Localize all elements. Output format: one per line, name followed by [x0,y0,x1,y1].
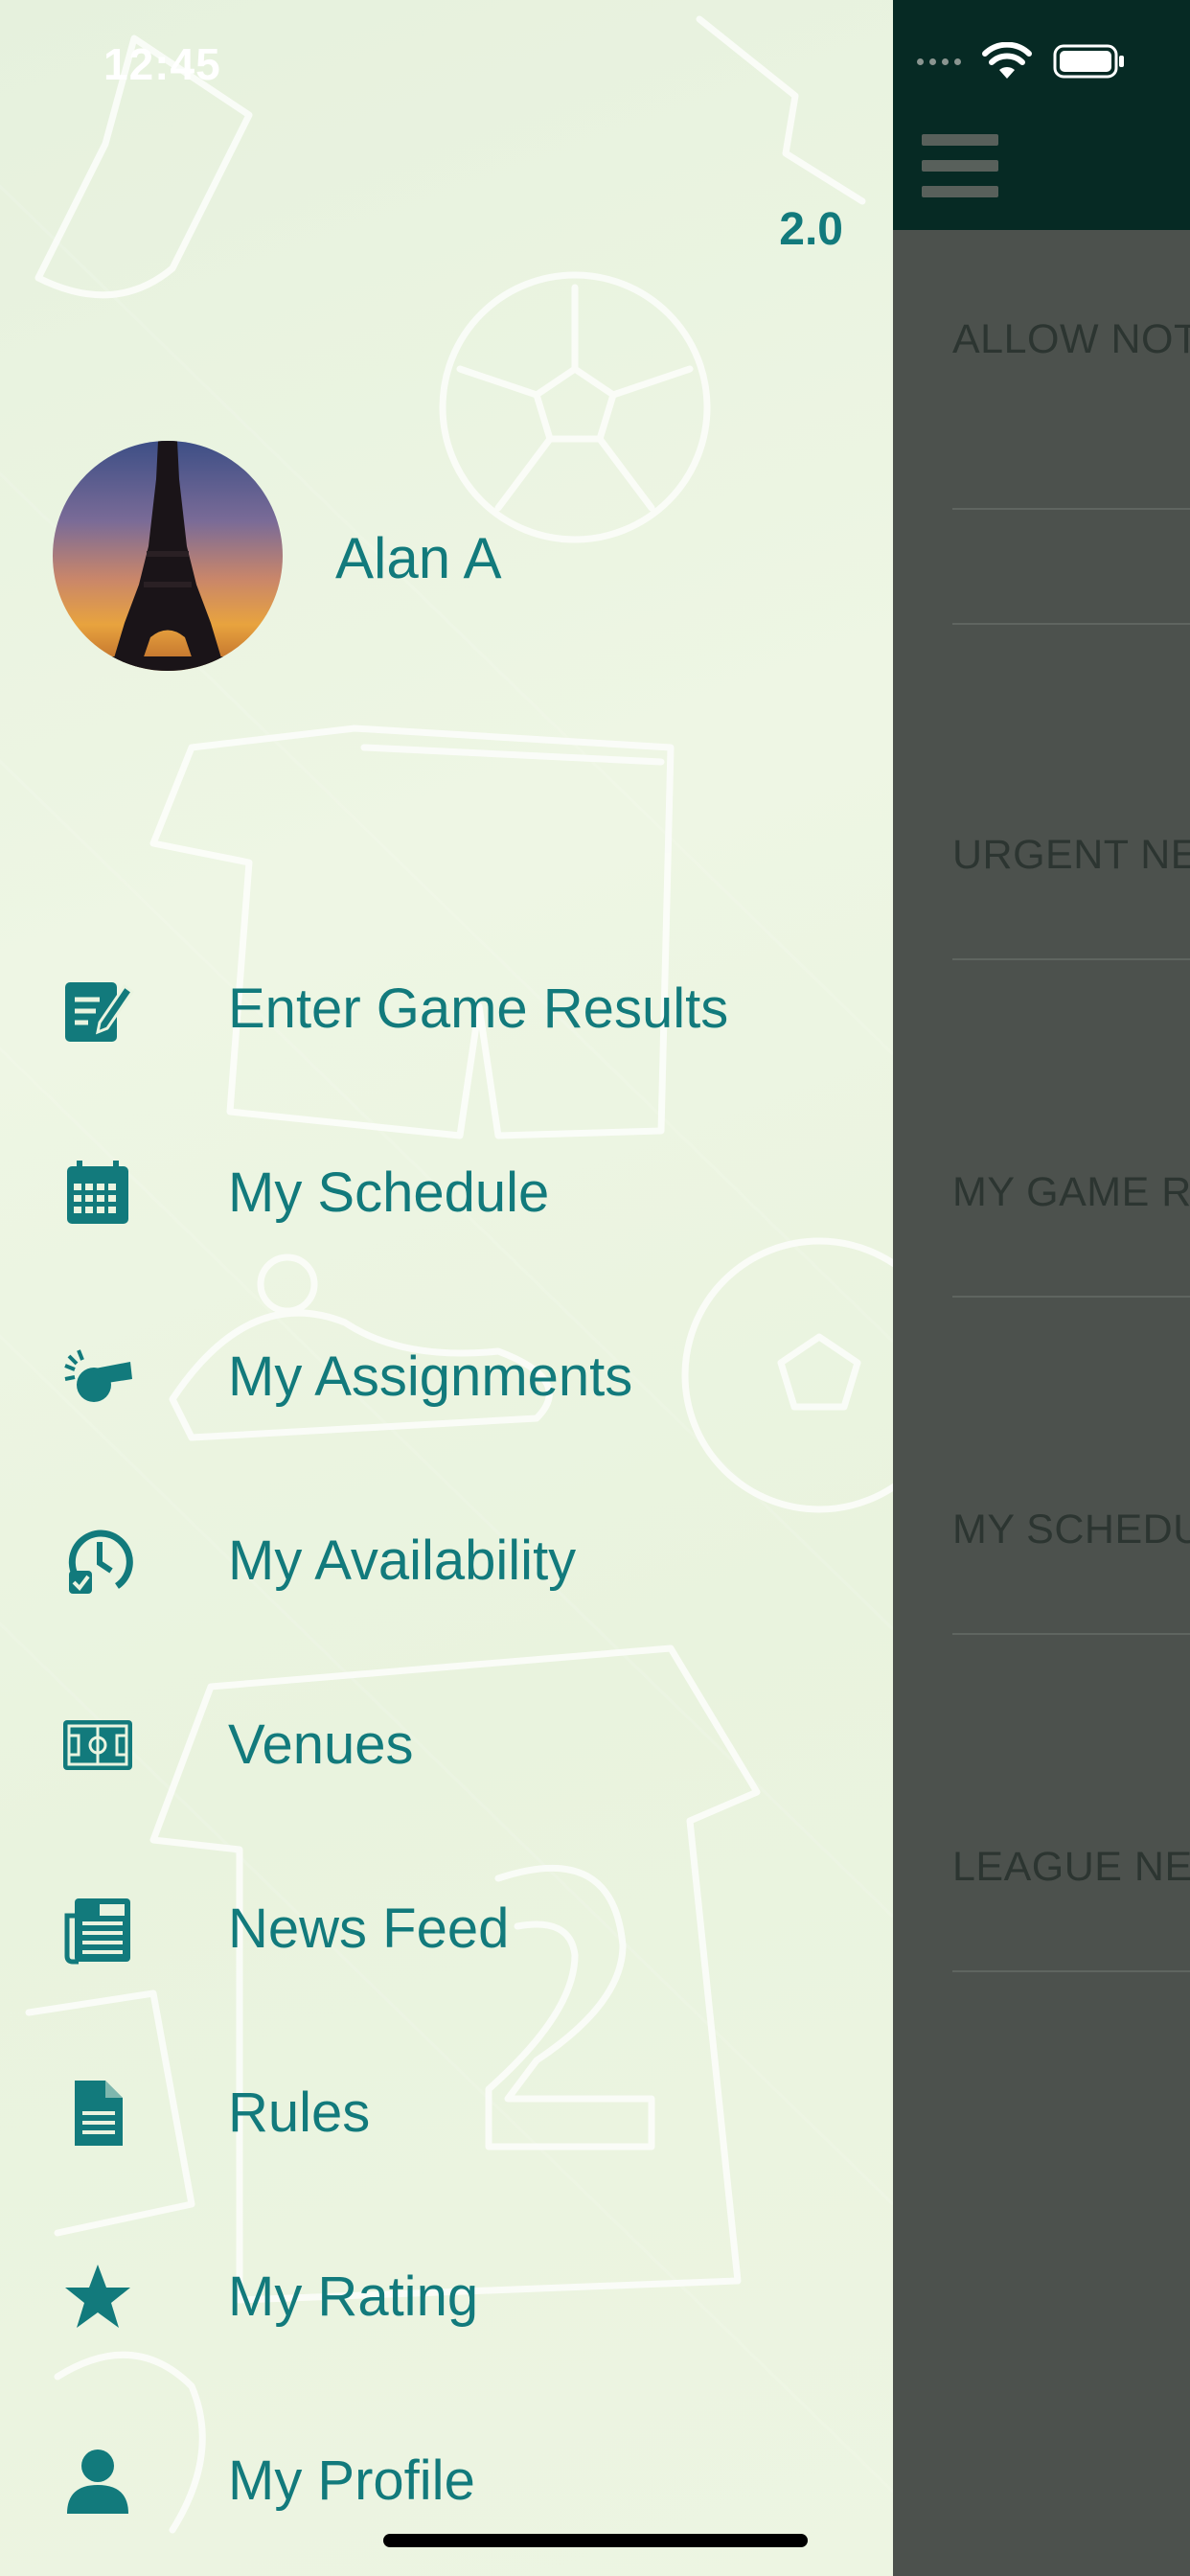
person-icon [61,2445,134,2518]
home-indicator[interactable] [383,2534,808,2547]
menu-item-venues[interactable]: Venues [0,1670,893,1814]
settings-row[interactable] [952,508,1190,625]
settings-row[interactable]: LEAGUE NE [952,1635,1190,1972]
menu-item-label: Rules [228,2082,371,2144]
menu-item-label: My Availability [228,1530,577,1592]
menu-item-news-feed[interactable]: News Feed [0,1854,893,1998]
settings-row-label: ALLOW NOT [952,316,1190,362]
whistle-icon [61,1341,134,1414]
menu-item-label: Venues [228,1714,414,1776]
settings-row[interactable]: MY GAME R [952,960,1190,1298]
edit-document-icon [61,973,134,1046]
menu-item-my-rating[interactable]: My Rating [0,2222,893,2366]
settings-row-label: URGENT NE [952,832,1190,878]
battery-icon [1053,44,1124,79]
settings-row[interactable]: MY SCHEDU [952,1298,1190,1635]
menu-item-label: My Profile [228,2450,475,2512]
soccer-doodle-background [0,15,893,2534]
menu-item-label: Enter Game Results [228,978,729,1040]
wifi-icon [982,42,1032,79]
user-name: Alan A [335,526,502,590]
calendar-icon [61,1157,134,1230]
menu-item-rules[interactable]: Rules [0,2038,893,2182]
availability-clock-icon [61,1525,134,1598]
soccer-field-icon [61,1709,134,1782]
cellular-signal-icon [917,58,961,65]
document-icon [61,2077,134,2150]
main-screen-dimmed[interactable]: ALLOW NOT URGENT NE MY GAME R MY SCHEDU … [893,0,1190,2576]
star-icon [61,2261,134,2334]
menu-item-my-schedule[interactable]: My Schedule [0,1118,893,1262]
menu-item-label: My Assignments [228,1346,633,1408]
newspaper-icon [61,1893,134,1966]
status-icons [917,42,1126,80]
settings-row[interactable]: ALLOW NOT [952,172,1190,510]
menu-item-my-profile[interactable]: My Profile [0,2406,893,2550]
menu-item-label: News Feed [228,1898,510,1960]
menu-item-label: My Rating [228,2266,479,2328]
app-version: 2.0 [779,204,843,255]
settings-row-label: MY SCHEDU [952,1506,1190,1552]
menu-item-my-assignments[interactable]: My Assignments [0,1302,893,1446]
settings-row[interactable]: URGENT NE [952,623,1190,960]
menu-item-my-availability[interactable]: My Availability [0,1486,893,1630]
menu-item-enter-game-results[interactable]: Enter Game Results [0,934,893,1078]
menu-item-label: My Schedule [228,1162,550,1224]
settings-row-label: LEAGUE NE [952,1844,1190,1890]
settings-row-label: MY GAME R [952,1169,1190,1215]
eiffel-tower-photo [53,441,283,671]
status-bar-time: 12:45 [103,39,221,89]
side-drawer: 12:45 2.0 Alan A Enter Game Results My S… [0,0,893,2576]
avatar[interactable] [53,441,283,671]
